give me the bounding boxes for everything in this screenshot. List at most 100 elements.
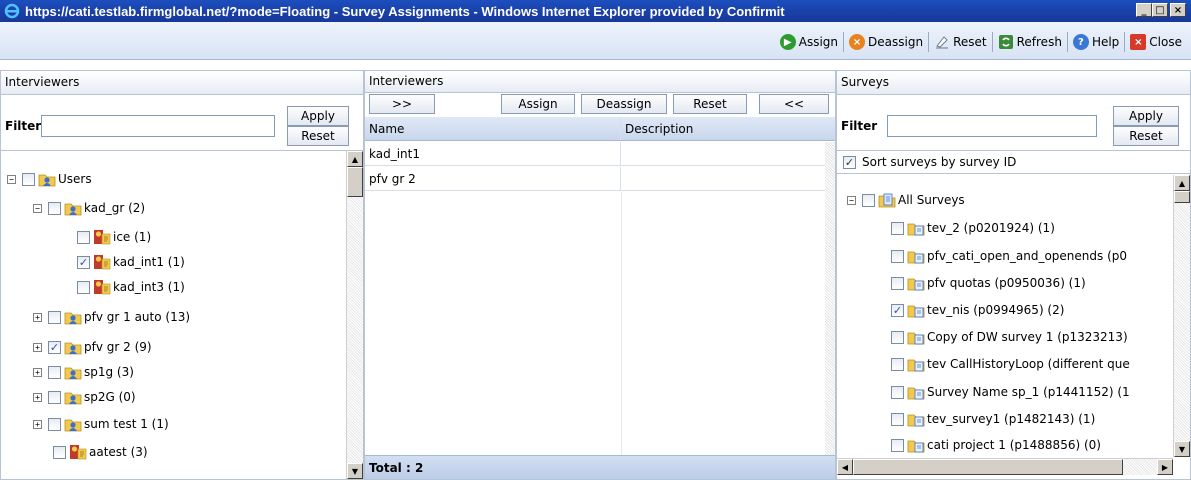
- user-folder-icon: [38, 171, 56, 187]
- tree-node[interactable]: + sp2G (0): [33, 386, 136, 408]
- tree-node-checkbox[interactable]: [891, 221, 904, 235]
- tree-node[interactable]: tev_survey1 (p1482143) (1): [891, 408, 1095, 430]
- tree-node-checkbox[interactable]: [862, 193, 875, 207]
- reset-button[interactable]: Reset: [931, 31, 990, 53]
- remove-all-button[interactable]: <<: [759, 94, 829, 114]
- tree-node-checkbox[interactable]: [48, 417, 61, 431]
- filter-input[interactable]: [887, 115, 1097, 137]
- column-header-description[interactable]: Description: [621, 117, 835, 140]
- tree-node[interactable]: − kad_gr (2): [33, 197, 145, 219]
- tree-node[interactable]: kad_int3 (1): [77, 276, 185, 298]
- tree-node-label: sp2G (0): [84, 390, 136, 404]
- vertical-scrollbar[interactable]: ▲ ▼: [1173, 175, 1190, 457]
- expand-icon[interactable]: +: [33, 342, 42, 352]
- tree-node-checkbox[interactable]: [891, 357, 904, 371]
- sort-checkbox[interactable]: ✓: [843, 155, 856, 169]
- scroll-thumb[interactable]: [853, 459, 1123, 475]
- scroll-left-arrow-icon[interactable]: ◀: [837, 459, 853, 475]
- tree-node[interactable]: − All Surveys: [847, 189, 965, 211]
- scroll-up-arrow-icon[interactable]: ▲: [347, 151, 363, 167]
- window-close-button[interactable]: ×: [1170, 3, 1186, 17]
- window-title: https://cati.testlab.firmglobal.net/?mod…: [25, 3, 785, 19]
- tree-node-checkbox[interactable]: [891, 385, 904, 399]
- scroll-right-arrow-icon[interactable]: ▶: [1157, 459, 1173, 475]
- expand-icon[interactable]: +: [33, 367, 42, 377]
- tree-node[interactable]: + ✓ pfv gr 2 (9): [33, 336, 152, 358]
- table-row[interactable]: kad_int1: [365, 142, 835, 166]
- vertical-scrollbar[interactable]: ▲ ▼: [346, 151, 363, 479]
- window-title-bar: https://cati.testlab.firmglobal.net/?mod…: [0, 0, 1191, 22]
- tree-node-checkbox[interactable]: [48, 310, 61, 324]
- column-header-name[interactable]: Name: [365, 117, 621, 140]
- tree-node[interactable]: aatest (3): [53, 441, 148, 463]
- expand-icon[interactable]: +: [33, 419, 42, 429]
- maximize-button[interactable]: □: [1152, 3, 1168, 17]
- tree-node-checkbox[interactable]: [891, 276, 904, 290]
- assign-button[interactable]: ▶ Assign: [777, 31, 841, 53]
- reset-button[interactable]: Reset: [673, 94, 747, 114]
- scroll-thumb[interactable]: [347, 167, 363, 197]
- tree-node-checkbox[interactable]: [891, 330, 904, 344]
- tree-node[interactable]: tev_2 (p0201924) (1): [891, 217, 1055, 239]
- reset-button[interactable]: Reset: [1113, 126, 1179, 146]
- horizontal-scrollbar[interactable]: ◀ ▶: [837, 458, 1173, 475]
- tree-node-checkbox[interactable]: [891, 438, 904, 452]
- minimize-button[interactable]: _: [1136, 3, 1152, 17]
- assign-button[interactable]: Assign: [501, 94, 575, 114]
- tree-node[interactable]: ice (1): [77, 226, 151, 248]
- total-count: Total : 2: [365, 455, 835, 479]
- scroll-up-arrow-icon[interactable]: ▲: [1174, 175, 1190, 191]
- tree-node-checkbox[interactable]: ✓: [891, 303, 904, 317]
- tree-node[interactable]: tev CallHistoryLoop (different que: [891, 353, 1130, 375]
- interviewer-icon: [93, 254, 111, 270]
- tree-node-checkbox[interactable]: [891, 412, 904, 426]
- tree-node[interactable]: Copy of DW survey 1 (p1323213): [891, 326, 1128, 348]
- tree-node-checkbox[interactable]: [53, 445, 66, 459]
- close-button[interactable]: × Close: [1127, 31, 1185, 53]
- filter-input[interactable]: [41, 115, 275, 137]
- tree-node[interactable]: ✓ tev_nis (p0994965) (2): [891, 299, 1064, 321]
- survey-icon: [907, 356, 925, 372]
- survey-icon: [907, 384, 925, 400]
- panel-header: Surveys: [837, 71, 1190, 95]
- table-row[interactable]: pfv gr 2: [365, 167, 835, 191]
- tree-node[interactable]: cati project 1 (p1488856) (0): [891, 434, 1101, 455]
- tree-node-checkbox[interactable]: [77, 280, 90, 294]
- tree-node[interactable]: Survey Name sp_1 (p1441152) (1: [891, 381, 1130, 403]
- tree-node-checkbox[interactable]: [891, 249, 904, 263]
- collapse-icon[interactable]: −: [847, 195, 856, 205]
- tree-node[interactable]: pfv_cati_open_and_openends (p0: [891, 245, 1127, 267]
- expand-icon[interactable]: +: [33, 392, 42, 402]
- reset-button[interactable]: Reset: [287, 126, 349, 146]
- tree-node-checkbox[interactable]: [48, 365, 61, 379]
- tree-node-checkbox[interactable]: [22, 172, 35, 186]
- deassign-button[interactable]: Deassign: [581, 94, 667, 114]
- tree-node[interactable]: pfv quotas (p0950036) (1): [891, 272, 1086, 294]
- help-button[interactable]: ? Help: [1070, 31, 1122, 53]
- tree-node-checkbox[interactable]: [48, 390, 61, 404]
- apply-button[interactable]: Apply: [1113, 106, 1179, 126]
- scroll-down-arrow-icon[interactable]: ▼: [1174, 441, 1190, 457]
- user-folder-icon: [64, 389, 82, 405]
- collapse-icon[interactable]: −: [7, 174, 16, 184]
- tree-node[interactable]: − Users: [7, 168, 92, 190]
- scroll-down-arrow-icon[interactable]: ▼: [347, 463, 363, 479]
- tree-node[interactable]: + sum test 1 (1): [33, 413, 169, 435]
- tree-node[interactable]: ✓ kad_int1 (1): [77, 251, 185, 273]
- collapse-icon[interactable]: −: [33, 203, 42, 213]
- refresh-button[interactable]: Refresh: [995, 31, 1065, 53]
- tree-node[interactable]: + pfv gr 1 auto (13): [33, 306, 190, 328]
- tree-node[interactable]: + sp1g (3): [33, 361, 134, 383]
- expand-icon[interactable]: +: [33, 312, 42, 322]
- deassign-button[interactable]: × Deassign: [846, 31, 926, 53]
- scroll-thumb[interactable]: [1174, 191, 1190, 203]
- add-all-button[interactable]: >>: [369, 94, 435, 114]
- tree-node-checkbox[interactable]: [77, 230, 90, 244]
- user-folder-icon: [64, 416, 82, 432]
- survey-icon: [907, 302, 925, 318]
- tree-node-checkbox[interactable]: ✓: [77, 255, 90, 269]
- tree-node-checkbox[interactable]: ✓: [48, 340, 61, 354]
- tree-node-checkbox[interactable]: [48, 201, 61, 215]
- sort-by-id-option[interactable]: ✓ Sort surveys by survey ID: [843, 153, 1016, 171]
- apply-button[interactable]: Apply: [287, 106, 349, 126]
